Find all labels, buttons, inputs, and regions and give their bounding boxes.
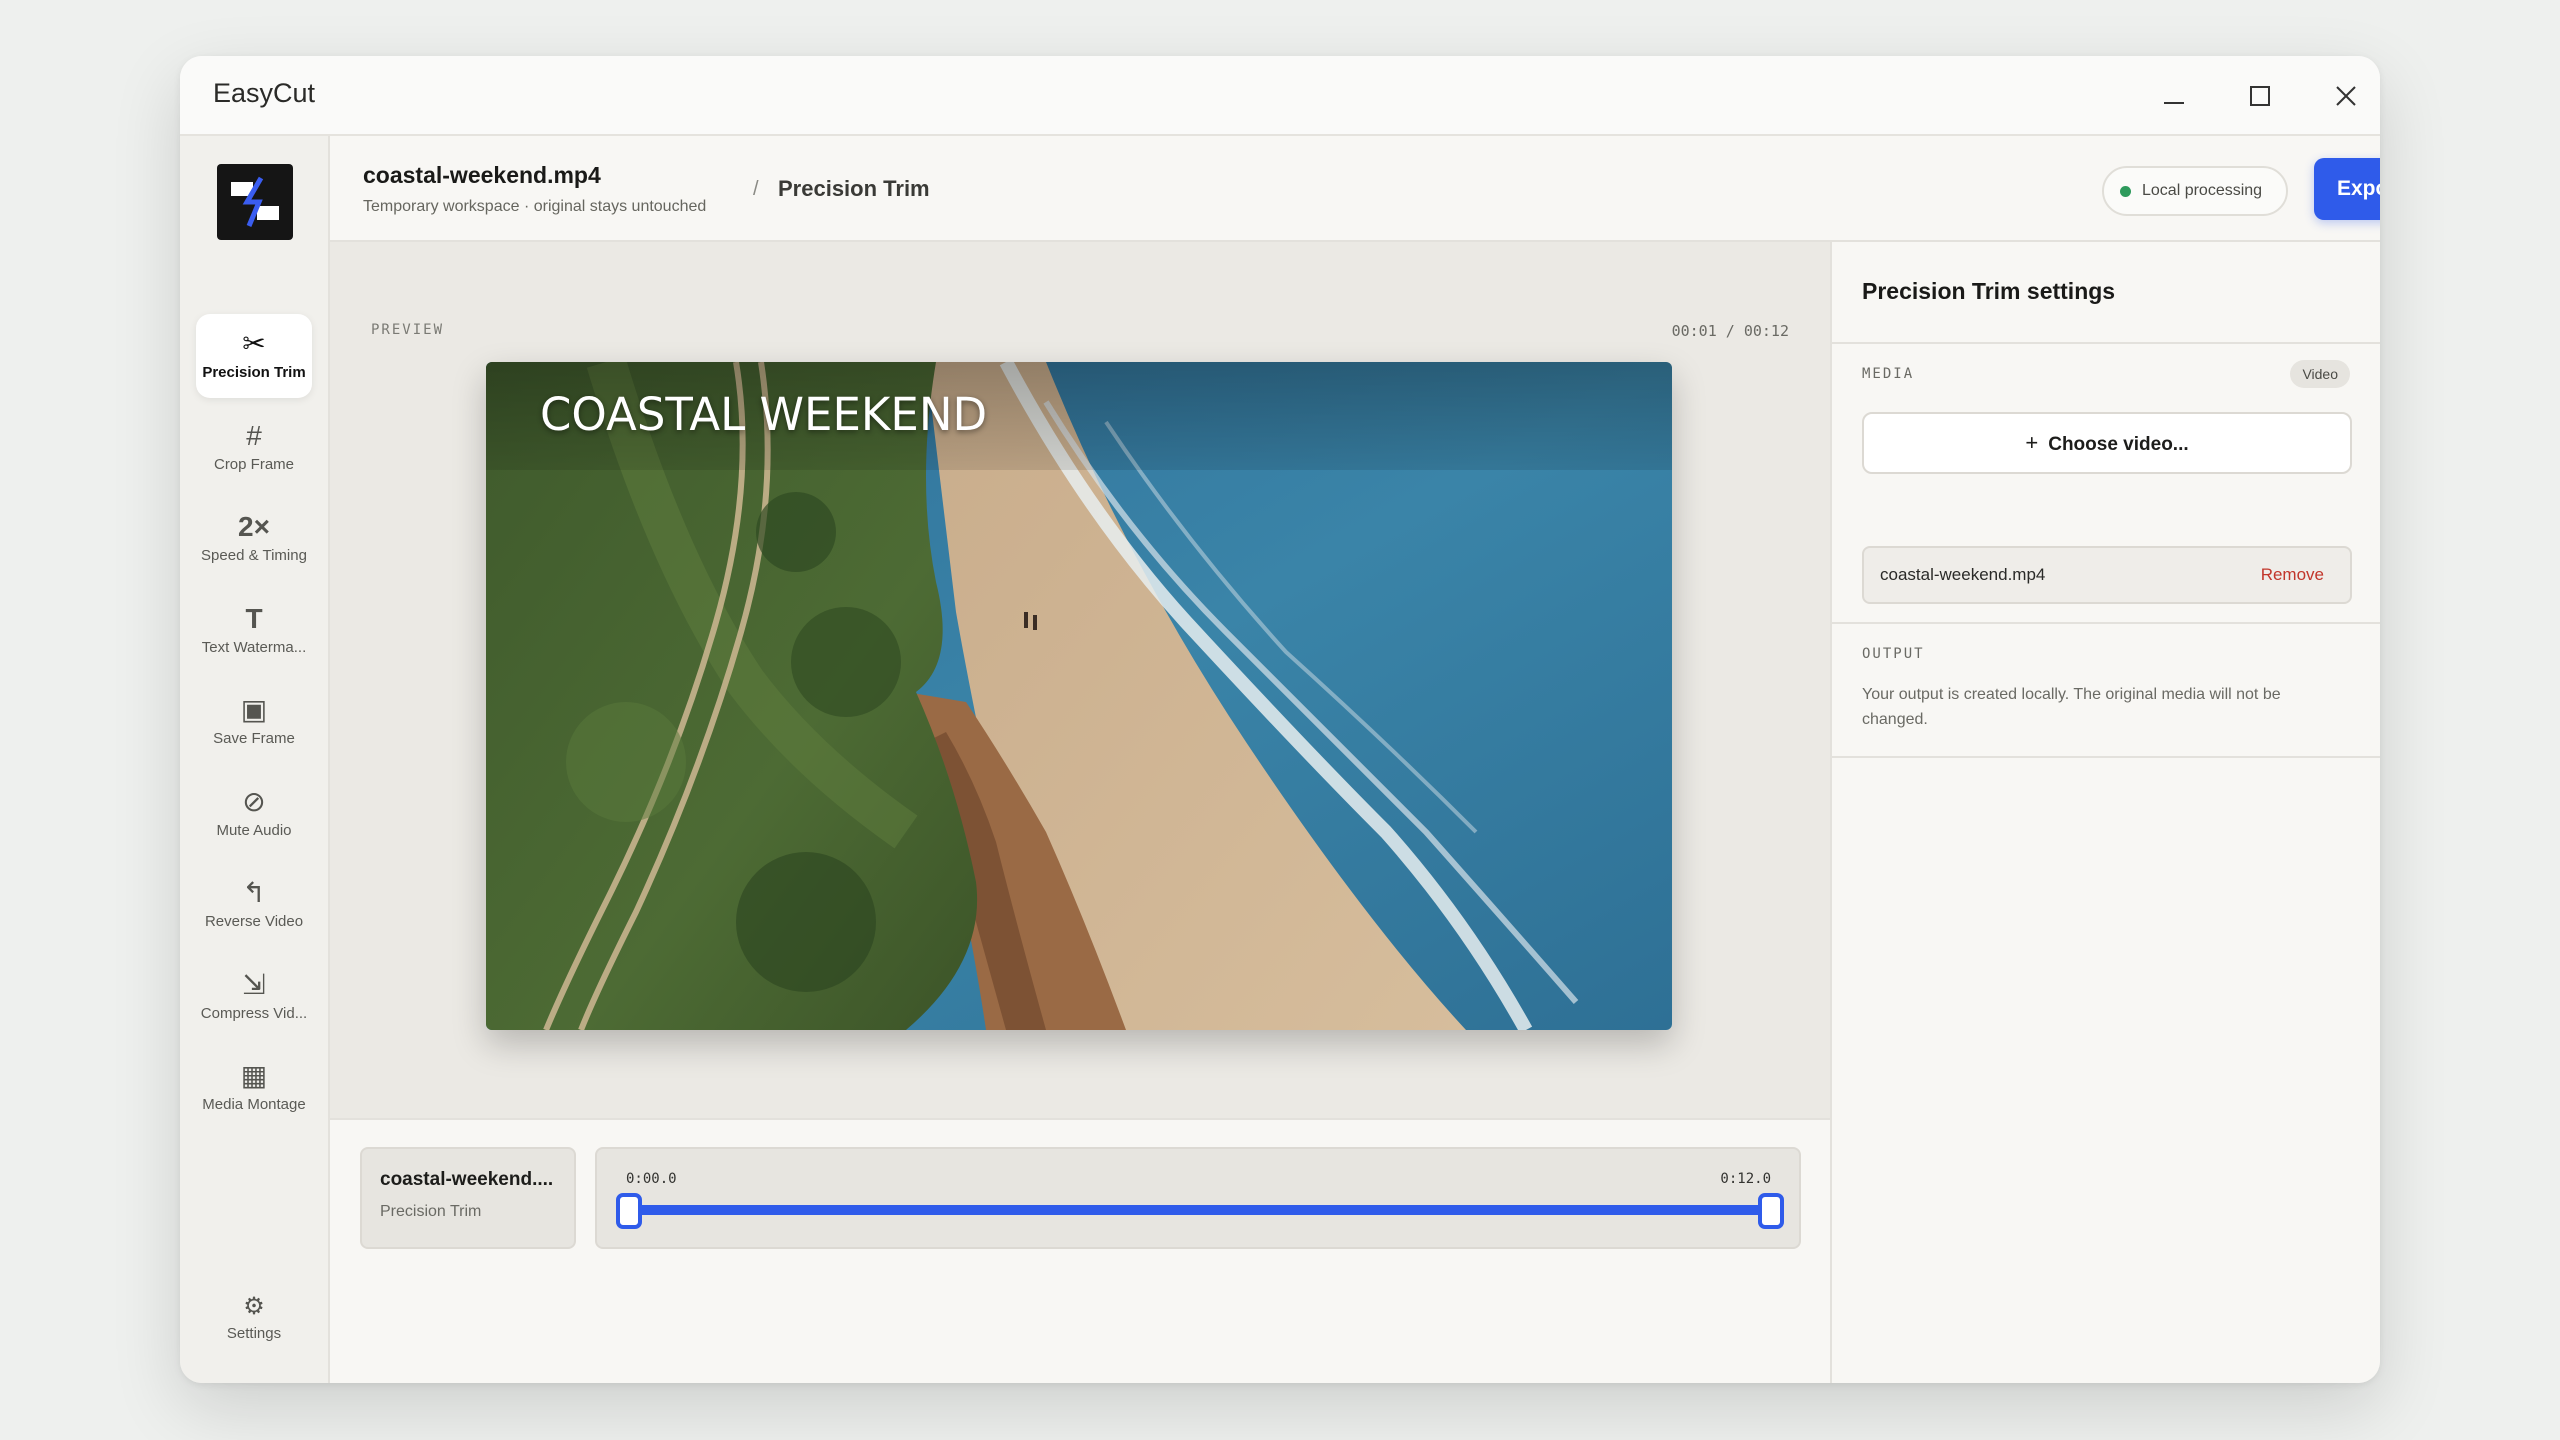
- tool-label: Compress Vid...: [200, 1005, 308, 1022]
- preview-area: PREVIEW 00:01 / 00:12 COASTAL WEEKEND: [330, 242, 1830, 1118]
- divider: [1832, 756, 2380, 758]
- tool-mute-audio[interactable]: ⊘ Mute Audio: [196, 772, 312, 856]
- file-title: coastal-weekend.mp4: [363, 162, 601, 188]
- divider: [1832, 342, 2380, 344]
- close-icon: [2336, 86, 2356, 106]
- video-overlay-title: COASTAL WEEKEND: [540, 388, 988, 441]
- timeline-area: coastal-weekend.... Precision Trim 0:00.…: [330, 1118, 1830, 1383]
- divider: [1832, 622, 2380, 624]
- clip-tool: Precision Trim: [380, 1203, 482, 1220]
- settings-label: Settings: [226, 1325, 282, 1342]
- maximize-button[interactable]: [2240, 76, 2280, 116]
- media-type-badge: Video: [2290, 360, 2350, 388]
- output-description: Your output is created locally. The orig…: [1862, 686, 2281, 728]
- logo-icon: [231, 176, 279, 227]
- tool-label: Media Montage: [202, 1096, 306, 1113]
- tool-sidebar: ✂ Precision Trim # Crop Frame 2× Speed &…: [180, 136, 330, 1383]
- tool-label: Save Frame: [213, 730, 295, 747]
- range-end-time: 0:12.0: [1720, 1171, 1771, 1187]
- export-range-button[interactable]: Export Range ↗: [2314, 158, 2380, 220]
- clip-name: coastal-weekend....: [380, 1169, 554, 1190]
- trim-end-handle[interactable]: [1758, 1193, 1784, 1229]
- close-button[interactable]: [2326, 76, 2366, 116]
- mute-icon: ⊘: [242, 786, 266, 817]
- selected-file-name: coastal-weekend.mp4: [1880, 565, 2046, 584]
- minimize-icon: [2164, 102, 2184, 104]
- tool-label: Crop Frame: [213, 456, 295, 473]
- trim-track[interactable]: 0:00.0 0:12.0: [595, 1147, 1801, 1249]
- tool-reverse-video[interactable]: ↰ Reverse Video: [196, 863, 312, 947]
- settings-button[interactable]: ⚙ Settings: [196, 1283, 312, 1363]
- remove-file-button[interactable]: Remove: [2261, 565, 2324, 585]
- video-preview[interactable]: COASTAL WEEKEND: [486, 362, 1672, 1030]
- tool-save-frame[interactable]: ▣ Save Frame: [196, 680, 312, 764]
- app-title: EasyCut: [213, 78, 316, 108]
- tool-text-watermark[interactable]: T Text Waterma...: [196, 589, 312, 673]
- reverse-icon: ↰: [242, 877, 266, 908]
- plus-icon: +: [2025, 430, 2039, 455]
- file-subtitle: Temporary workspace · original stays unt…: [363, 198, 707, 215]
- export-label: Export Range: [2337, 177, 2380, 200]
- choose-video-button[interactable]: + Choose video...: [1862, 412, 2352, 474]
- settings-panel: Precision Trim settings MEDIA Video + Cho…: [1830, 242, 2380, 1383]
- workspace-header: coastal-weekend.mp4 Temporary workspace …: [330, 136, 2380, 242]
- panel-title: Precision Trim settings: [1862, 278, 2116, 304]
- minimize-button[interactable]: [2154, 76, 2194, 116]
- range-start-time: 0:00.0: [626, 1171, 677, 1187]
- maximize-icon: [2250, 86, 2270, 106]
- tool-speed-timing[interactable]: 2× Speed & Timing: [196, 497, 312, 581]
- title-bar: EasyCut: [180, 56, 2380, 136]
- tool-crop-frame[interactable]: # Crop Frame: [196, 406, 312, 490]
- crop-icon: #: [246, 420, 262, 451]
- gear-icon: ⚙: [243, 1293, 265, 1320]
- clip-card[interactable]: coastal-weekend.... Precision Trim: [360, 1147, 576, 1249]
- output-section-label: OUTPUT: [1862, 646, 1925, 662]
- tool-label: Text Waterma...: [201, 639, 307, 656]
- tool-label: Speed & Timing: [201, 547, 307, 564]
- tool-label: Precision Trim: [202, 364, 306, 381]
- app-logo: [217, 164, 293, 240]
- choose-video-label: Choose video...: [2048, 434, 2189, 455]
- speed-icon: 2×: [238, 511, 270, 542]
- breadcrumb-current: Precision Trim: [778, 176, 930, 201]
- tool-precision-trim[interactable]: ✂ Precision Trim: [196, 314, 312, 398]
- preview-timecode: 00:01 / 00:12: [1671, 322, 1789, 340]
- text-icon: T: [245, 603, 263, 634]
- scissors-icon: ✂: [242, 328, 266, 359]
- tool-label: Mute Audio: [216, 822, 292, 839]
- tool-label: Reverse Video: [204, 913, 304, 930]
- local-processing-label: Local processing: [2142, 182, 2263, 199]
- frame-icon: ▣: [240, 694, 268, 725]
- local-processing-badge: Local processing: [2102, 166, 2288, 216]
- montage-icon: ▦: [240, 1060, 268, 1091]
- breadcrumb-separator: /: [753, 178, 759, 200]
- media-section-label: MEDIA: [1862, 366, 1915, 382]
- preview-label: PREVIEW: [371, 322, 445, 338]
- status-dot-icon: [2120, 186, 2131, 197]
- trim-start-handle[interactable]: [616, 1193, 642, 1229]
- tool-compress-video[interactable]: ⇲ Compress Vid...: [196, 955, 312, 1039]
- tool-media-montage[interactable]: ▦ Media Montage: [196, 1046, 312, 1130]
- selected-file-row: coastal-weekend.mp4 Remove: [1862, 546, 2352, 604]
- compress-icon: ⇲: [242, 969, 266, 1000]
- selected-range-bar: [625, 1205, 1775, 1215]
- app-window: EasyCut ✂ Precision Trim # Crop Frame 2×…: [180, 56, 2380, 1383]
